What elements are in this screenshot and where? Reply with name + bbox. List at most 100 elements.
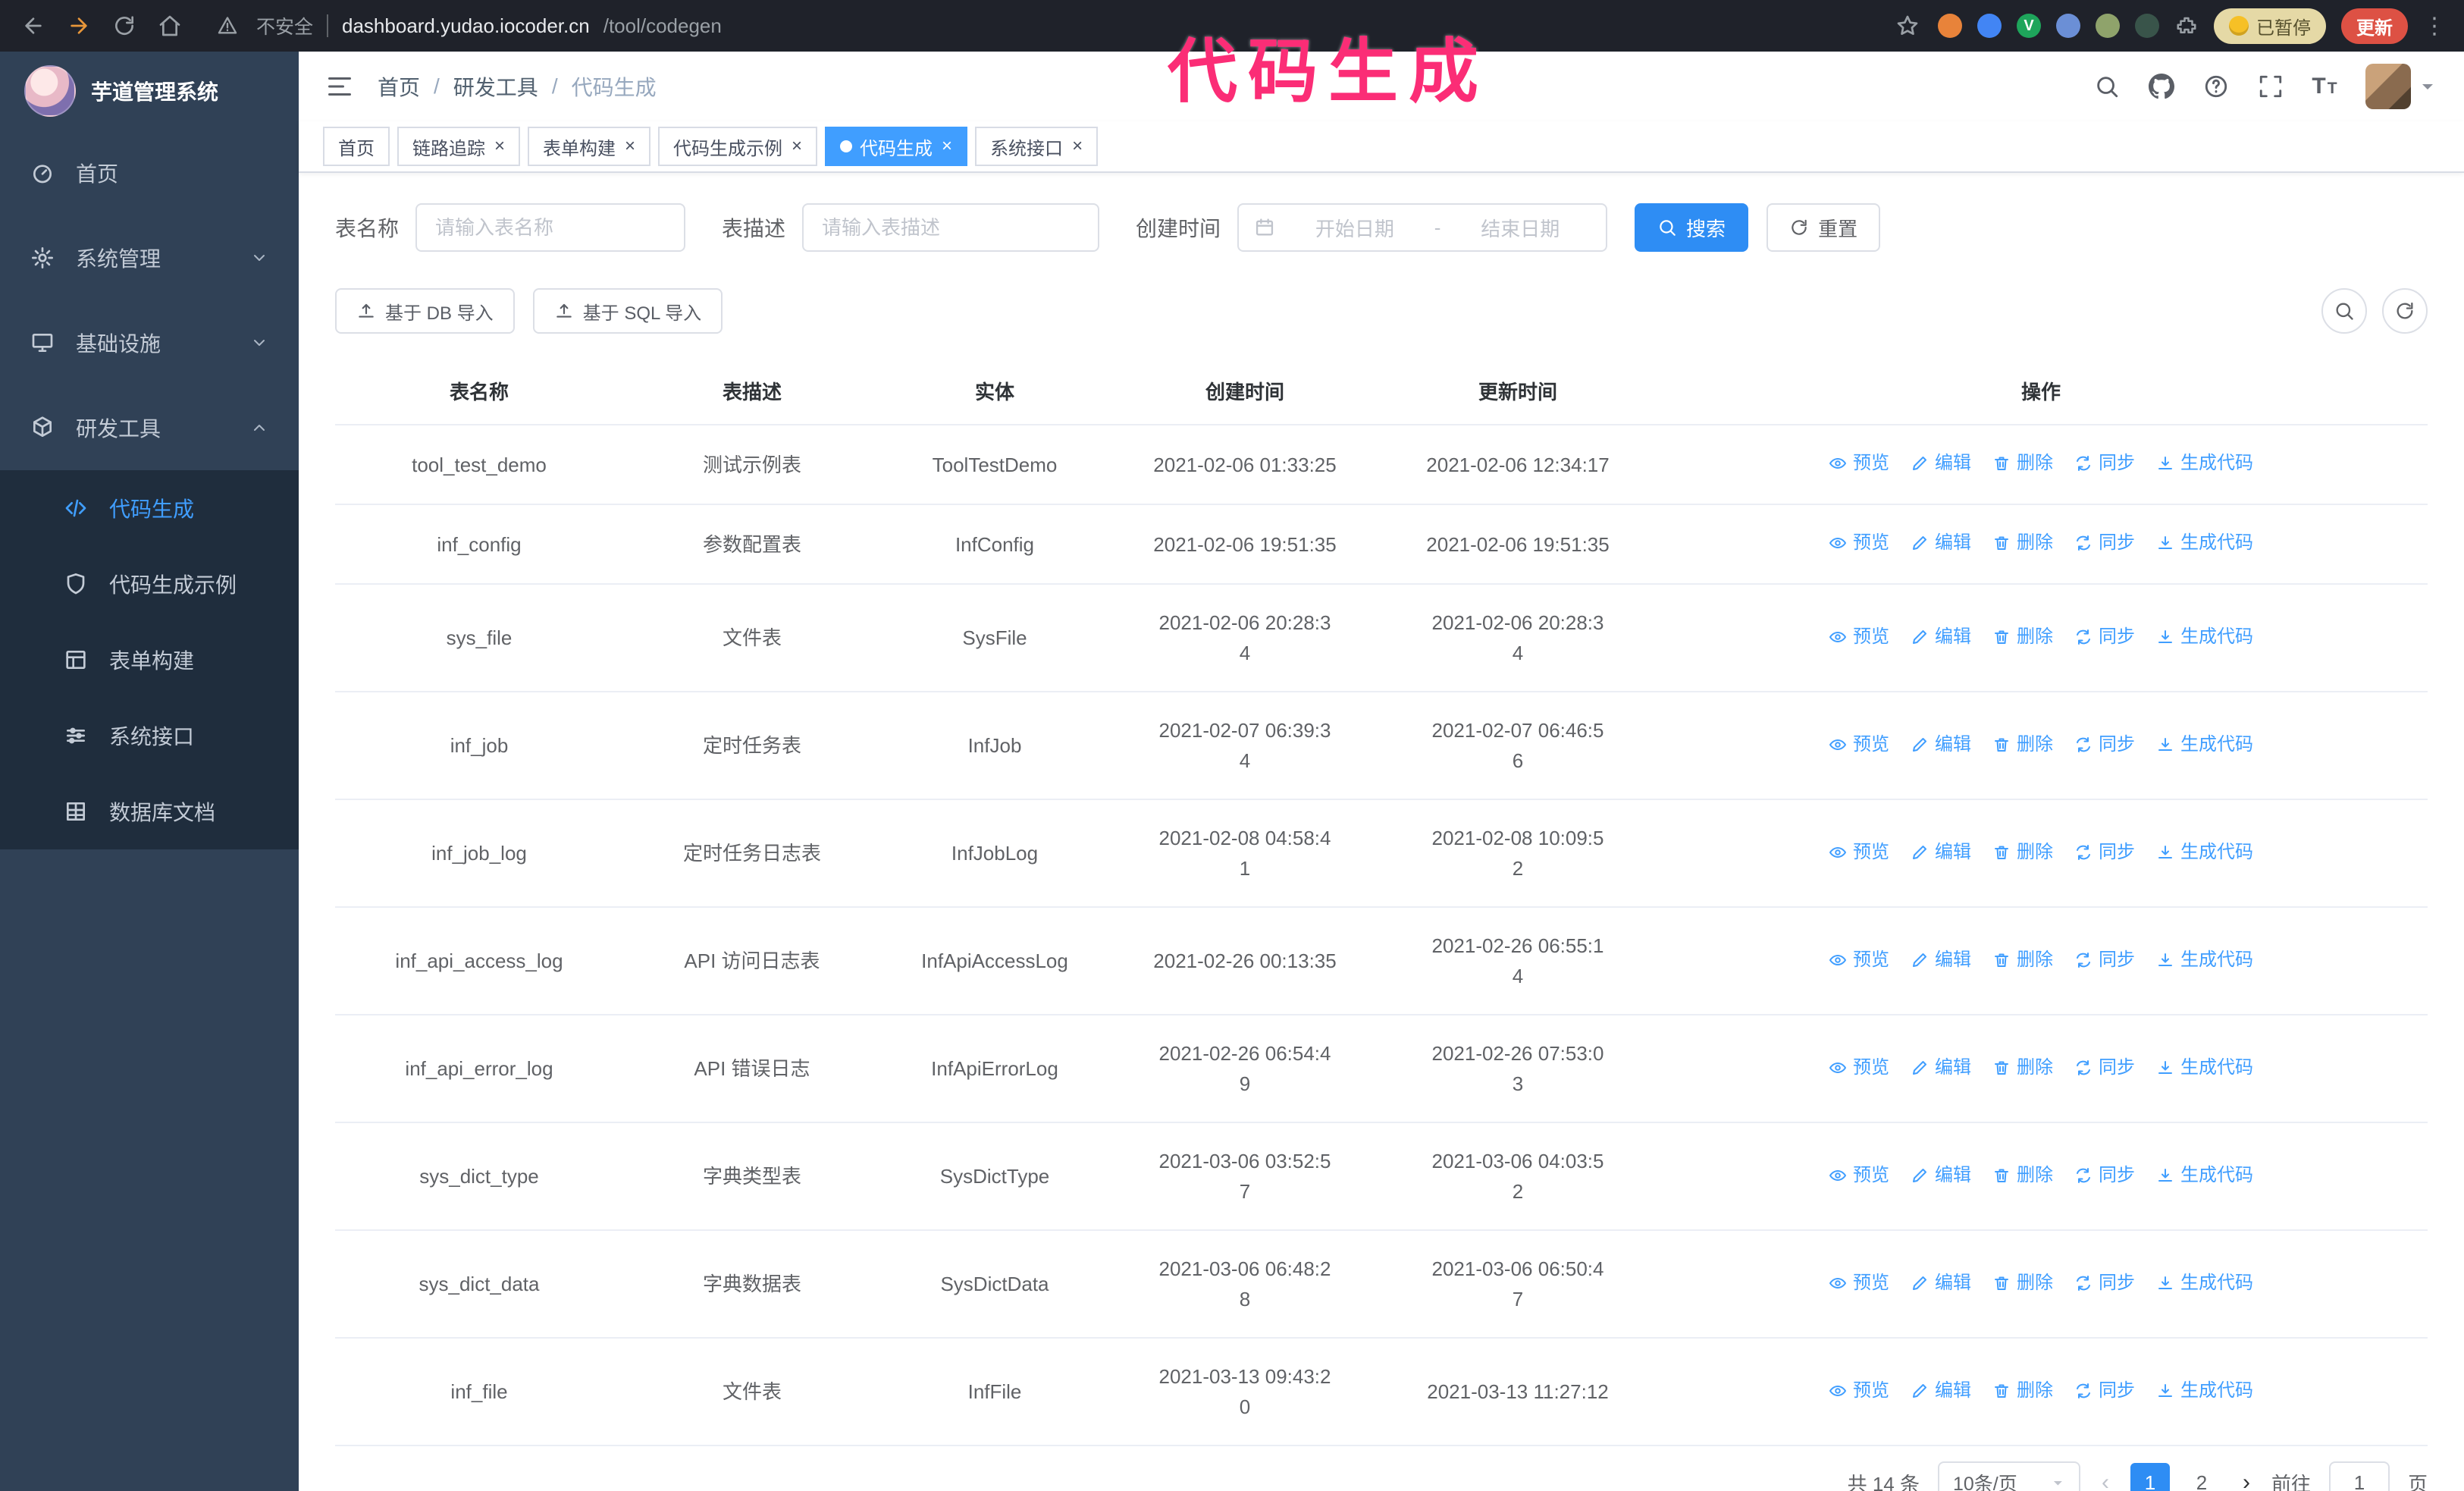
action-generate[interactable]: 生成代码 bbox=[2156, 837, 2253, 868]
green-v-extension-icon[interactable]: V bbox=[2017, 14, 2041, 38]
orange-extension-icon[interactable] bbox=[1938, 14, 1962, 38]
create-time-range-picker[interactable]: 开始日期 - 结束日期 bbox=[1237, 203, 1608, 252]
goto-page-input[interactable] bbox=[2328, 1461, 2390, 1491]
tab-codegen-example[interactable]: 代码生成示例 × bbox=[658, 127, 818, 166]
sidebar-item-devtools[interactable]: 研发工具 bbox=[0, 385, 299, 470]
paused-badge[interactable]: 已暂停 bbox=[2214, 8, 2326, 44]
action-sync[interactable]: 同步 bbox=[2074, 1376, 2135, 1406]
action-edit[interactable]: 编辑 bbox=[1911, 1053, 1971, 1083]
action-sync[interactable]: 同步 bbox=[2074, 622, 2135, 652]
action-edit[interactable]: 编辑 bbox=[1911, 1160, 1971, 1191]
fontsize-icon[interactable]: TT bbox=[2311, 72, 2340, 101]
action-sync[interactable]: 同步 bbox=[2074, 528, 2135, 558]
address-bar[interactable]: 不安全 dashboard.yudao.iocoder.cn/tool/code… bbox=[212, 11, 1923, 41]
users-extension-icon[interactable] bbox=[2056, 14, 2080, 38]
action-preview[interactable]: 预览 bbox=[1829, 837, 1889, 868]
action-delete[interactable]: 删除 bbox=[1992, 1053, 2053, 1083]
user-menu[interactable] bbox=[2365, 64, 2437, 109]
action-preview[interactable]: 预览 bbox=[1829, 448, 1889, 479]
action-delete[interactable]: 删除 bbox=[1992, 837, 2053, 868]
blue-drop-extension-icon[interactable] bbox=[1977, 14, 2002, 38]
fullscreen-icon[interactable] bbox=[2256, 72, 2285, 101]
action-edit[interactable]: 编辑 bbox=[1911, 1268, 1971, 1298]
action-edit[interactable]: 编辑 bbox=[1911, 730, 1971, 760]
import-sql-button[interactable]: 基于 SQL 导入 bbox=[532, 288, 723, 334]
browser-menu-icon[interactable]: ⋮ bbox=[2423, 13, 2446, 39]
action-generate[interactable]: 生成代码 bbox=[2156, 945, 2253, 975]
action-sync[interactable]: 同步 bbox=[2074, 945, 2135, 975]
action-delete[interactable]: 删除 bbox=[1992, 622, 2053, 652]
action-sync[interactable]: 同步 bbox=[2074, 730, 2135, 760]
action-sync[interactable]: 同步 bbox=[2074, 1053, 2135, 1083]
close-icon[interactable]: × bbox=[1072, 137, 1083, 155]
sidebar-item-codegen-example[interactable]: 代码生成示例 bbox=[0, 546, 299, 622]
page-1[interactable]: 1 bbox=[2130, 1463, 2170, 1491]
bookmark-star-icon[interactable] bbox=[1892, 11, 1923, 41]
action-sync[interactable]: 同步 bbox=[2074, 448, 2135, 479]
tab-codegen[interactable]: 代码生成 × bbox=[825, 127, 968, 166]
action-edit[interactable]: 编辑 bbox=[1911, 528, 1971, 558]
action-generate[interactable]: 生成代码 bbox=[2156, 1376, 2253, 1406]
puzzle-extension-icon[interactable] bbox=[2174, 14, 2199, 38]
action-delete[interactable]: 删除 bbox=[1992, 528, 2053, 558]
reset-button[interactable]: 重置 bbox=[1766, 203, 1881, 252]
tab-api[interactable]: 系统接口 × bbox=[975, 127, 1099, 166]
close-icon[interactable]: × bbox=[625, 137, 635, 155]
table-desc-input[interactable] bbox=[802, 203, 1100, 252]
sidebar-item-codegen[interactable]: 代码生成 bbox=[0, 470, 299, 546]
sidebar-item-infra[interactable]: 基础设施 bbox=[0, 300, 299, 385]
import-db-button[interactable]: 基于 DB 导入 bbox=[335, 288, 515, 334]
forward-icon[interactable] bbox=[64, 11, 94, 41]
action-edit[interactable]: 编辑 bbox=[1911, 1376, 1971, 1406]
sidebar-item-system[interactable]: 系统管理 bbox=[0, 215, 299, 300]
action-sync[interactable]: 同步 bbox=[2074, 1160, 2135, 1191]
action-delete[interactable]: 删除 bbox=[1992, 448, 2053, 479]
action-edit[interactable]: 编辑 bbox=[1911, 837, 1971, 868]
github-icon[interactable] bbox=[2147, 72, 2176, 101]
page-2[interactable]: 2 bbox=[2182, 1463, 2221, 1491]
toggle-search-button[interactable] bbox=[2321, 288, 2367, 334]
search-icon[interactable] bbox=[2093, 72, 2121, 101]
action-edit[interactable]: 编辑 bbox=[1911, 945, 1971, 975]
action-delete[interactable]: 删除 bbox=[1992, 730, 2053, 760]
action-preview[interactable]: 预览 bbox=[1829, 528, 1889, 558]
question-icon[interactable] bbox=[2202, 72, 2230, 101]
tab-home[interactable]: 首页 bbox=[323, 127, 390, 166]
sidebar-item-form-builder[interactable]: 表单构建 bbox=[0, 622, 299, 698]
action-preview[interactable]: 预览 bbox=[1829, 730, 1889, 760]
action-edit[interactable]: 编辑 bbox=[1911, 622, 1971, 652]
action-generate[interactable]: 生成代码 bbox=[2156, 1268, 2253, 1298]
hamburger-icon[interactable] bbox=[326, 73, 353, 100]
action-preview[interactable]: 预览 bbox=[1829, 1376, 1889, 1406]
olive-extension-icon[interactable] bbox=[2096, 14, 2120, 38]
action-generate[interactable]: 生成代码 bbox=[2156, 622, 2253, 652]
action-preview[interactable]: 预览 bbox=[1829, 1268, 1889, 1298]
next-page-button[interactable]: › bbox=[2240, 1470, 2253, 1491]
close-icon[interactable]: × bbox=[494, 137, 505, 155]
update-button[interactable]: 更新 bbox=[2341, 8, 2408, 44]
sidebar-item-db-doc[interactable]: 数据库文档 bbox=[0, 774, 299, 849]
tab-trace[interactable]: 链路追踪 × bbox=[397, 127, 521, 166]
action-delete[interactable]: 删除 bbox=[1992, 945, 2053, 975]
action-generate[interactable]: 生成代码 bbox=[2156, 730, 2253, 760]
action-sync[interactable]: 同步 bbox=[2074, 1268, 2135, 1298]
action-delete[interactable]: 删除 bbox=[1992, 1268, 2053, 1298]
home-icon[interactable] bbox=[155, 11, 185, 41]
search-button[interactable]: 搜索 bbox=[1635, 203, 1749, 252]
tab-form-builder[interactable]: 表单构建 × bbox=[528, 127, 651, 166]
action-generate[interactable]: 生成代码 bbox=[2156, 448, 2253, 479]
prev-page-button[interactable]: ‹ bbox=[2099, 1470, 2112, 1491]
sidebar-item-api[interactable]: 系统接口 bbox=[0, 698, 299, 774]
reload-icon[interactable] bbox=[109, 11, 140, 41]
action-preview[interactable]: 预览 bbox=[1829, 1053, 1889, 1083]
action-delete[interactable]: 删除 bbox=[1992, 1160, 2053, 1191]
dark-extension-icon[interactable] bbox=[2135, 14, 2159, 38]
action-generate[interactable]: 生成代码 bbox=[2156, 1160, 2253, 1191]
action-generate[interactable]: 生成代码 bbox=[2156, 1053, 2253, 1083]
breadcrumb-item[interactable]: 研发工具 bbox=[453, 71, 538, 102]
page-size-select[interactable]: 10条/页 bbox=[1937, 1461, 2080, 1491]
close-icon[interactable]: × bbox=[792, 137, 802, 155]
action-preview[interactable]: 预览 bbox=[1829, 1160, 1889, 1191]
close-icon[interactable]: × bbox=[942, 137, 952, 155]
action-generate[interactable]: 生成代码 bbox=[2156, 528, 2253, 558]
